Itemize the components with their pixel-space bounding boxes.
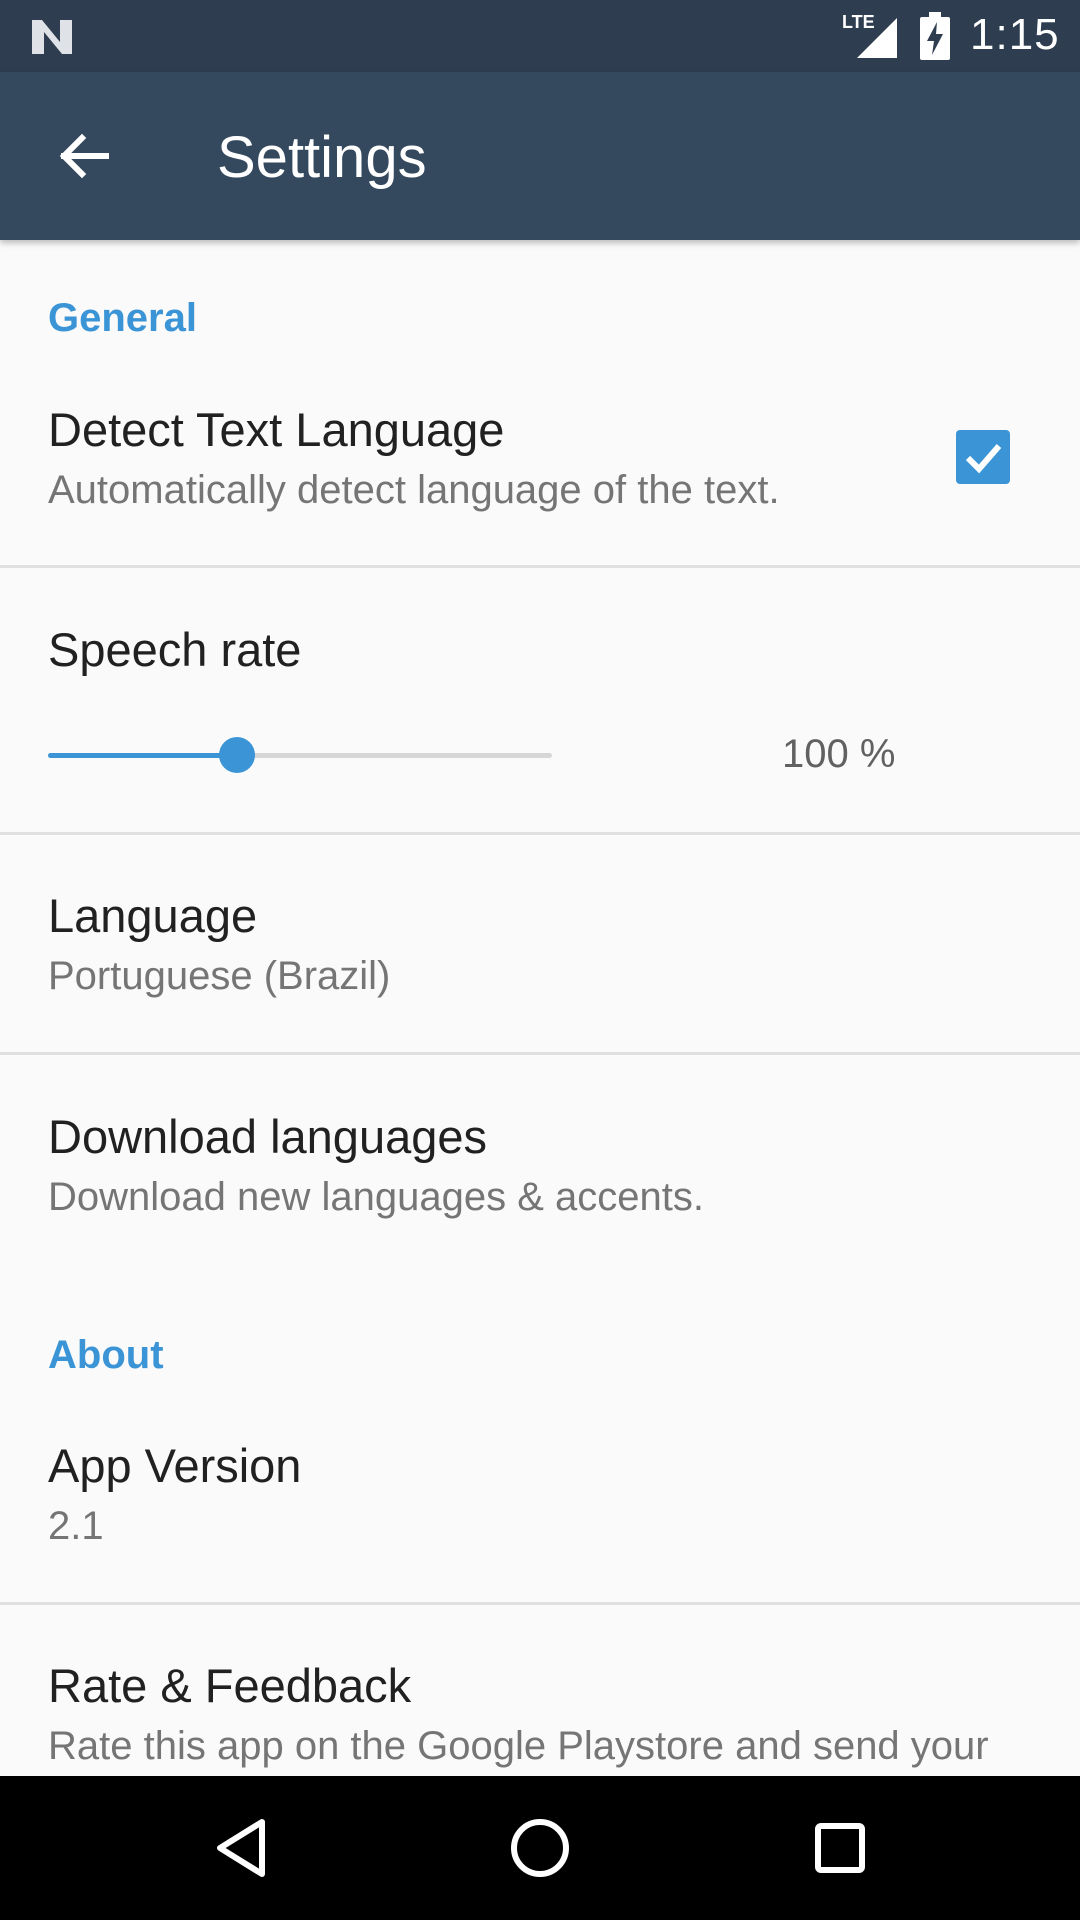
page-title: Settings: [217, 125, 427, 190]
settings-list: General Detect Text Language Automatical…: [0, 240, 1080, 1776]
back-arrow-icon[interactable]: [50, 122, 118, 190]
divider: [0, 565, 1080, 568]
signal-icon: [857, 18, 897, 58]
app-version-summary: 2.1: [48, 1504, 104, 1548]
android-n-icon: [32, 20, 72, 54]
app-version-title: App Version: [48, 1439, 302, 1492]
language-summary: Portuguese (Brazil): [48, 954, 391, 998]
detect-text-language-checkbox[interactable]: [956, 430, 1010, 484]
speech-rate-slider[interactable]: [48, 737, 552, 773]
download-languages-summary: Download new languages & accents.: [48, 1175, 704, 1219]
download-languages-title: Download languages: [48, 1110, 487, 1163]
nav-home-icon[interactable]: [504, 1812, 576, 1884]
slider-thumb[interactable]: [219, 737, 255, 773]
divider: [0, 1052, 1080, 1055]
divider: [0, 1602, 1080, 1605]
rate-feedback-title: Rate & Feedback: [48, 1659, 412, 1712]
divider: [0, 832, 1080, 835]
nav-back-icon[interactable]: [206, 1812, 278, 1884]
app-bar: Settings: [0, 72, 1080, 240]
rate-feedback-summary: Rate this app on the Google Playstore an…: [48, 1724, 989, 1768]
battery-charging-icon: [920, 12, 950, 60]
slider-fill: [48, 753, 237, 758]
section-header-general: General: [48, 296, 197, 340]
navigation-bar: [0, 1776, 1080, 1920]
detect-text-language-title: Detect Text Language: [48, 403, 505, 456]
language-title: Language: [48, 889, 258, 942]
section-header-about: About: [48, 1333, 164, 1377]
detect-text-language-summary: Automatically detect language of the tex…: [48, 468, 780, 512]
status-clock: 1:15: [970, 10, 1060, 59]
speech-rate-value: 100 %: [782, 732, 896, 776]
checkmark-icon: [965, 444, 1002, 474]
nav-recents-icon[interactable]: [804, 1812, 876, 1884]
speech-rate-title: Speech rate: [48, 623, 302, 676]
status-bar: LTE 1:15: [0, 0, 1080, 72]
